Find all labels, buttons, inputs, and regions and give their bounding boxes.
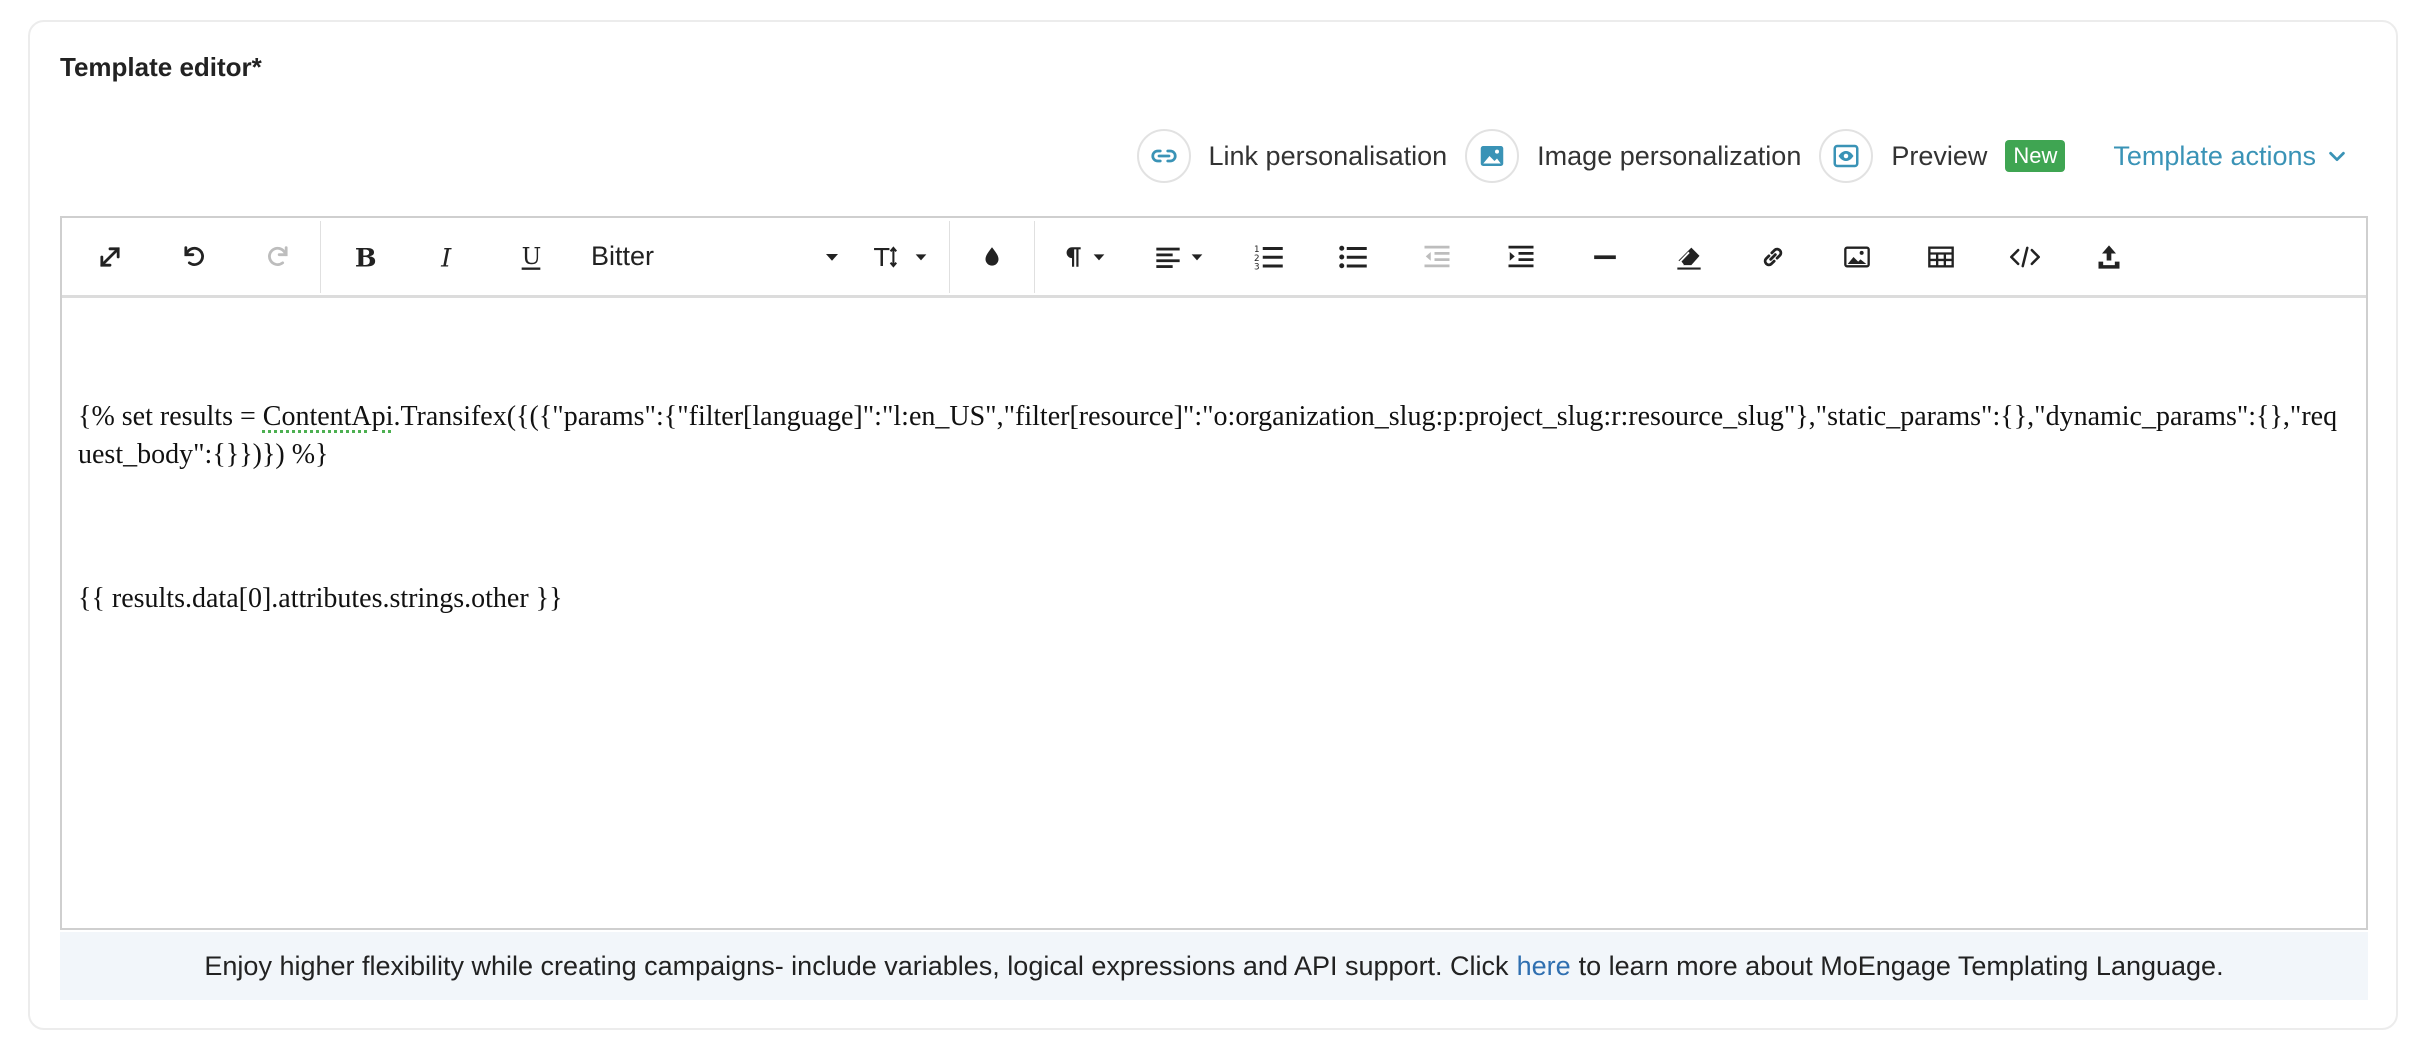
spellcheck-word: ContentApi: [262, 401, 394, 432]
outdent-button[interactable]: [1395, 221, 1479, 293]
font-size-button[interactable]: T: [853, 221, 949, 293]
caret-down-icon: [826, 253, 838, 261]
bold-button[interactable]: B: [321, 221, 405, 293]
code-view-icon: [2010, 246, 2040, 267]
editor-content-area[interactable]: {% set results = ContentApi.Transifex({(…: [62, 298, 2366, 748]
align-button[interactable]: [1131, 221, 1227, 293]
horizontal-line-icon: [1594, 254, 1616, 259]
image-personalization-button[interactable]: Image personalization: [1465, 129, 1801, 183]
link-personalisation-label: Link personalisation: [1208, 140, 1448, 171]
fullscreen-button[interactable]: [68, 221, 152, 293]
outdent-icon: [1424, 245, 1450, 267]
insert-table-button[interactable]: [1899, 221, 1983, 293]
paragraph-format-button[interactable]: [1035, 221, 1131, 293]
svg-text:3: 3: [1254, 262, 1260, 272]
font-size-icon: T: [873, 243, 898, 271]
indent-button[interactable]: [1479, 221, 1563, 293]
templating-help-banner: Enjoy higher flexibility while creating …: [60, 932, 2368, 1000]
new-badge: New: [2005, 140, 2066, 172]
link-icon: [1136, 129, 1191, 183]
insert-link-icon: [1763, 247, 1783, 266]
chevron-down-icon: [2329, 151, 2345, 162]
indent-icon: [1508, 245, 1534, 267]
ordered-list-button[interactable]: 1 2 3: [1227, 221, 1311, 293]
help-text-after: to learn more about MoEngage Templating …: [1578, 950, 2224, 981]
svg-text:T: T: [873, 243, 890, 271]
editor-actions-bar: Link personalisation Image personalizati…: [1119, 128, 2348, 184]
template-actions-label: Template actions: [2113, 140, 2316, 171]
undo-button[interactable]: [152, 221, 236, 293]
font-family-value: Bitter: [591, 241, 655, 271]
redo-button[interactable]: [236, 221, 320, 293]
code-line-1: {% set results = ContentApi.Transifex({(…: [78, 398, 2350, 474]
preview-label: Preview: [1891, 140, 1988, 171]
svg-text:B: B: [355, 243, 377, 271]
rich-text-editor: B I U Bitter T 1 2 3 {% set results = Co…: [60, 216, 2368, 930]
preview-button[interactable]: Preview New: [1819, 129, 2066, 183]
text-color-icon: [985, 246, 999, 266]
undo-icon: [184, 245, 204, 266]
image-personalization-label: Image personalization: [1537, 140, 1802, 171]
redo-icon: [268, 245, 288, 266]
preview-eye-icon: [1819, 129, 1874, 183]
unordered-list-button[interactable]: [1311, 221, 1395, 293]
insert-image-button[interactable]: [1815, 221, 1899, 293]
caret-down-icon: [915, 253, 927, 260]
learn-more-link[interactable]: here: [1517, 951, 1571, 982]
fullscreen-icon: [100, 246, 120, 267]
help-text-before: Enjoy higher flexibility while creating …: [204, 950, 1509, 981]
editor-toolbar: B I U Bitter T 1 2 3: [62, 218, 2366, 298]
insert-link-button[interactable]: [1731, 221, 1815, 293]
bold-icon: B: [355, 243, 377, 271]
underline-icon: U: [521, 243, 542, 270]
caret-down-icon: [1093, 253, 1105, 260]
clear-format-icon: [1677, 247, 1701, 270]
clear-format-button[interactable]: [1647, 221, 1731, 293]
svg-text:U: U: [522, 243, 542, 270]
ordered-list-icon: 1 2 3: [1254, 245, 1283, 272]
unordered-list-icon: [1339, 245, 1367, 268]
code-line-2: {{ results.data[0].attributes.strings.ot…: [78, 583, 563, 614]
code-view-button[interactable]: [1983, 221, 2067, 293]
font-family-select[interactable]: Bitter: [573, 221, 853, 293]
link-personalisation-button[interactable]: Link personalisation: [1136, 129, 1448, 183]
italic-icon: I: [440, 243, 452, 271]
align-icon: [1156, 247, 1180, 268]
template-actions-dropdown[interactable]: Template actions: [2113, 141, 2348, 172]
template-editor-title: Template editor*: [60, 52, 262, 82]
upload-button[interactable]: [2067, 221, 2151, 293]
italic-button[interactable]: I: [405, 221, 489, 293]
image-icon: [1465, 129, 1520, 183]
underline-button[interactable]: U: [489, 221, 573, 293]
svg-text:I: I: [440, 243, 452, 271]
caret-down-icon: [1191, 253, 1203, 260]
code-line-1-start: {% set results =: [78, 401, 263, 432]
horizontal-line-button[interactable]: [1563, 221, 1647, 293]
paragraph-format-icon: [1066, 246, 1081, 267]
insert-image-icon: [1844, 246, 1870, 267]
code-line-1-end: .Transifex({({"params":{"filter[language…: [78, 401, 2338, 470]
insert-table-icon: [1928, 246, 1954, 267]
text-color-button[interactable]: [950, 221, 1034, 293]
upload-icon: [2098, 244, 2120, 269]
